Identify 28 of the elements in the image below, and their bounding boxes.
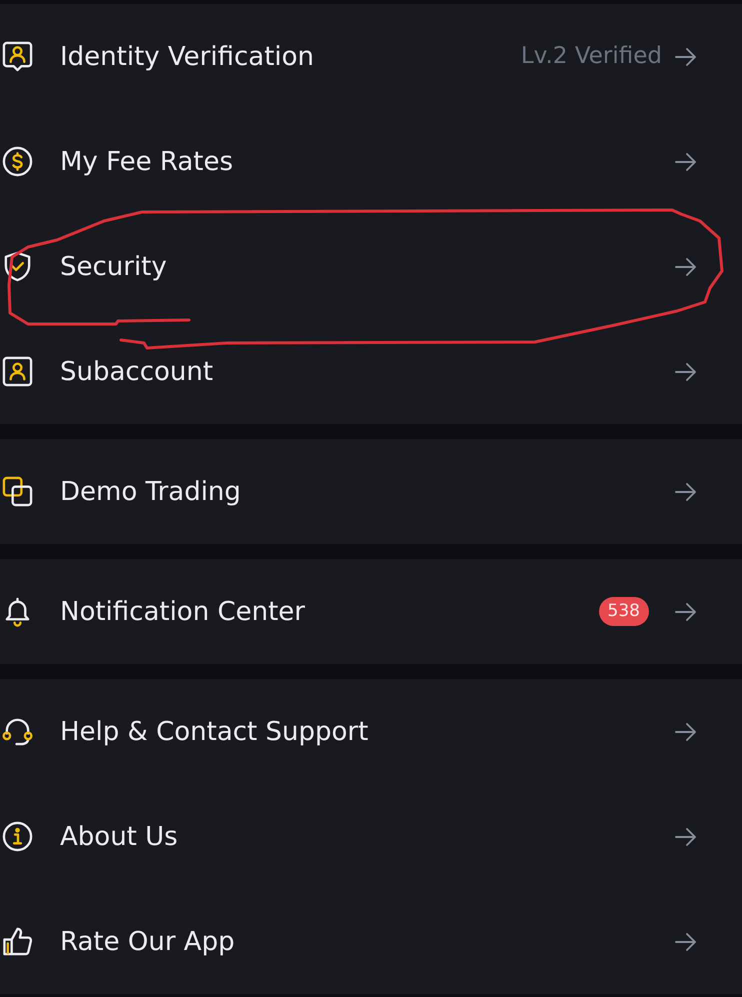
menu-item[interactable]: Rate Our App — [0, 889, 742, 994]
arrow-right-icon — [675, 256, 697, 276]
headset-icon — [2, 716, 33, 747]
menu-item[interactable]: My Fee Rates — [0, 109, 742, 214]
shield-check-icon — [2, 251, 33, 282]
menu-item[interactable]: Identity Verification Lv.2 Verified — [0, 4, 742, 109]
dollar-coin-icon — [2, 146, 33, 177]
arrow-right-icon — [675, 152, 697, 172]
arrow-right-icon — [675, 722, 697, 742]
arrow-right-icon — [675, 362, 697, 382]
menu-item[interactable]: Subaccount — [0, 319, 742, 424]
arrow-right-icon — [675, 932, 697, 952]
menu-item[interactable]: Help & Contact Support — [0, 679, 742, 784]
menu-item[interactable]: Security — [0, 214, 742, 319]
info-icon — [2, 821, 33, 852]
arrow-right-icon — [675, 46, 697, 66]
arrow-right-icon — [675, 826, 697, 846]
notification-badge: 538 — [598, 597, 649, 626]
thumbs-up-icon — [2, 926, 33, 957]
status-text: Lv.2 Verified — [520, 45, 662, 68]
menu-item[interactable]: Demo Trading — [0, 439, 742, 544]
arrow-right-icon — [675, 482, 697, 502]
arrow-right-icon — [675, 602, 697, 622]
menu-item[interactable]: About Us — [0, 784, 742, 889]
overlapping-squares-icon — [2, 476, 33, 507]
person-square-icon — [2, 356, 33, 387]
id-card-person-icon — [2, 41, 33, 72]
menu-item[interactable]: Notification Center 538 — [0, 559, 742, 664]
